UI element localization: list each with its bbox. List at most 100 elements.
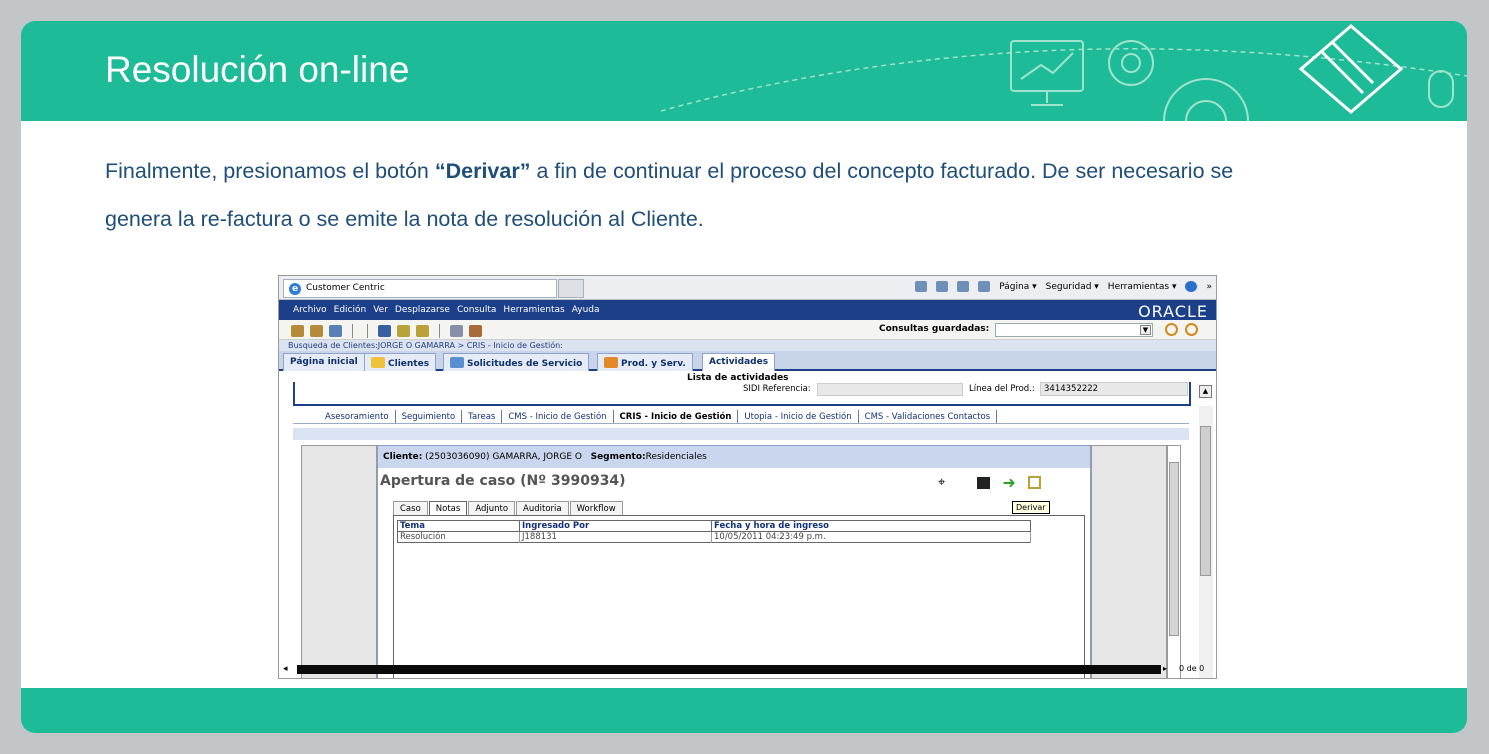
browser-tab-title: Customer Centric [306,283,385,293]
search-icon[interactable] [1165,323,1178,336]
divider [293,423,1189,424]
derivar-arrow-icon[interactable]: ➜ [1002,473,1015,492]
print-icon[interactable] [978,281,991,292]
toolbar-icon-3[interactable] [329,325,342,337]
application-screenshot: e Customer Centric Página ▾ Seguridad ▾ … [278,275,1217,679]
subtab-tareas[interactable]: Tareas [462,410,503,424]
tab-label: Clientes [388,359,430,369]
sidi-label: SIDI Referencia: [743,384,811,394]
case-actions: ⌖ ➜ [938,473,1041,492]
main-content: Lista de actividades SIDI Referencia: Lí… [279,371,1216,678]
table-row[interactable]: Resolución J188131 10/05/2011 04:23:49 p… [397,531,1031,543]
tab-clientes[interactable]: Clientes [364,353,437,371]
checklist-icon[interactable] [1027,476,1041,489]
page-count: 0 de 0 [1179,664,1205,673]
scroll-left-icon[interactable]: ◂ [283,664,288,674]
binoculars-icon[interactable] [378,325,391,337]
subtab-seguimiento[interactable]: Seguimiento [396,410,463,424]
instruction-paragraph: Finalmente, presionamos el botón “Deriva… [105,147,1305,243]
tab-actividades[interactable]: Actividades [702,353,776,371]
checklist-icon-2[interactable] [416,325,429,337]
tab-solicitudes[interactable]: Solicitudes de Servicio [443,353,590,371]
binoculars-icon[interactable]: ⌖ [938,475,945,490]
case-tab-adjunto[interactable]: Adjunto [468,501,516,516]
subtab-cms-validaciones[interactable]: CMS - Validaciones Contactos [859,410,998,424]
browser-bar: e Customer Centric Página ▾ Seguridad ▾ … [279,276,1216,300]
mail-icon[interactable] [957,281,970,292]
report-icon[interactable] [469,325,482,337]
browser-commands: Página ▾ Seguridad ▾ Herramientas ▾ » [915,281,1212,292]
browser-tab[interactable]: e Customer Centric [283,279,557,298]
inner-scrollbar[interactable] [1167,445,1181,678]
search-advanced-icon[interactable] [1185,323,1198,336]
tab-pagina-inicial[interactable]: Página inicial [283,353,365,371]
subtab-cris-inicio[interactable]: CRIS - Inicio de Gestión [613,410,739,424]
toolbar-icon-2[interactable] [310,325,323,337]
security-menu[interactable]: Seguridad ▾ [1046,282,1099,292]
more-chevron-icon[interactable]: » [1206,282,1212,292]
inner-scroll-thumb[interactable] [1169,462,1179,636]
linea-field[interactable]: 3414352222 [1040,382,1188,396]
consultas-select[interactable]: ▼ [995,323,1153,337]
checklist-icon[interactable] [397,325,410,337]
horizontal-scrollbar[interactable] [297,665,1161,674]
menu-consulta[interactable]: Consulta [457,305,496,315]
scroll-right-icon[interactable]: ▸ [1163,664,1167,673]
tab-label: Solicitudes de Servicio [467,359,583,369]
new-tab-button[interactable] [558,279,584,298]
sub-tabs: Asesoramiento Seguimiento Tareas CMS - I… [319,410,998,424]
toolbar-icon-1[interactable] [291,325,304,337]
print-icon[interactable] [450,325,463,337]
segment-value: Residenciales [645,452,707,462]
app-menubar: Archivo Edición Ver Desplazarse Consulta… [279,300,1216,321]
menu-desplazarse[interactable]: Desplazarse [395,305,450,315]
col-tema[interactable]: Tema [397,520,520,532]
tab-label: Actividades [709,357,769,367]
outer-scroll-thumb[interactable] [1200,426,1211,576]
scroll-up-icon[interactable]: ▲ [1199,385,1212,398]
save-icon[interactable] [977,476,991,489]
tools-menu[interactable]: Herramientas ▾ [1108,282,1177,292]
subtab-utopia-inicio[interactable]: Utopia - Inicio de Gestión [738,410,859,424]
case-panel: Cliente: (2503036090) GAMARRA, JORGE O S… [377,445,1091,678]
menu-ayuda[interactable]: Ayuda [572,305,600,315]
col-fecha[interactable]: Fecha y hora de ingreso [711,520,1031,532]
feeds-icon[interactable] [936,281,949,292]
case-tab-auditoria[interactable]: Auditoria [516,501,569,516]
tab-prod-serv[interactable]: Prod. y Serv. [597,353,693,371]
outer-scrollbar[interactable]: ▲ [1199,385,1213,678]
case-title: Apertura de caso (Nº 3990934) [380,473,626,489]
subtab-asesoramiento[interactable]: Asesoramiento [319,410,396,424]
home-icon[interactable] [915,281,928,292]
menu-edicion[interactable]: Edición [334,305,367,315]
case-tab-workflow[interactable]: Workflow [569,501,623,516]
case-tabs: Caso Notas Adjunto Auditoria Workflow [393,501,624,516]
header-decoration-icons [660,24,1467,121]
col-ingresado-por[interactable]: Ingresado Por [519,520,712,532]
table-header-row: Tema Ingresado Por Fecha y hora de ingre… [397,520,1031,532]
chevron-down-icon[interactable]: ▼ [1140,325,1151,335]
menu-herramientas[interactable]: Herramientas [503,305,564,315]
cell-fecha: 10/05/2011 04:23:49 p.m. [711,531,1031,543]
sidi-field[interactable] [817,383,963,396]
mouse-icon [1428,70,1454,108]
breadcrumb[interactable]: Busqueda de Clientes:JORGE O GAMARRA > C… [279,340,1216,351]
menu-ver[interactable]: Ver [373,305,388,315]
case-tab-caso[interactable]: Caso [393,501,428,516]
left-panel [301,445,377,678]
notes-panel: Tema Ingresado Por Fecha y hora de ingre… [393,515,1085,678]
case-tab-notas[interactable]: Notas [428,501,468,516]
toolbar-separator [367,324,368,338]
slide-header: Resolución on-line [21,21,1467,121]
subtab-cms-inicio[interactable]: CMS - Inicio de Gestión [502,410,614,424]
main-nav-tabs: Página inicial Clientes Solicitudes de S… [279,351,1216,371]
slide-footer [21,688,1467,733]
cell-tema: Resolución [397,531,520,543]
help-icon[interactable] [1185,281,1198,292]
ie-logo-icon: e [289,283,301,295]
page-menu[interactable]: Página ▾ [999,282,1036,292]
oracle-logo: ORACLE [1138,302,1208,321]
consultas-label: Consultas guardadas: [879,324,990,334]
menu-archivo[interactable]: Archivo [293,305,327,315]
slide-title: Resolución on-line [105,49,410,90]
